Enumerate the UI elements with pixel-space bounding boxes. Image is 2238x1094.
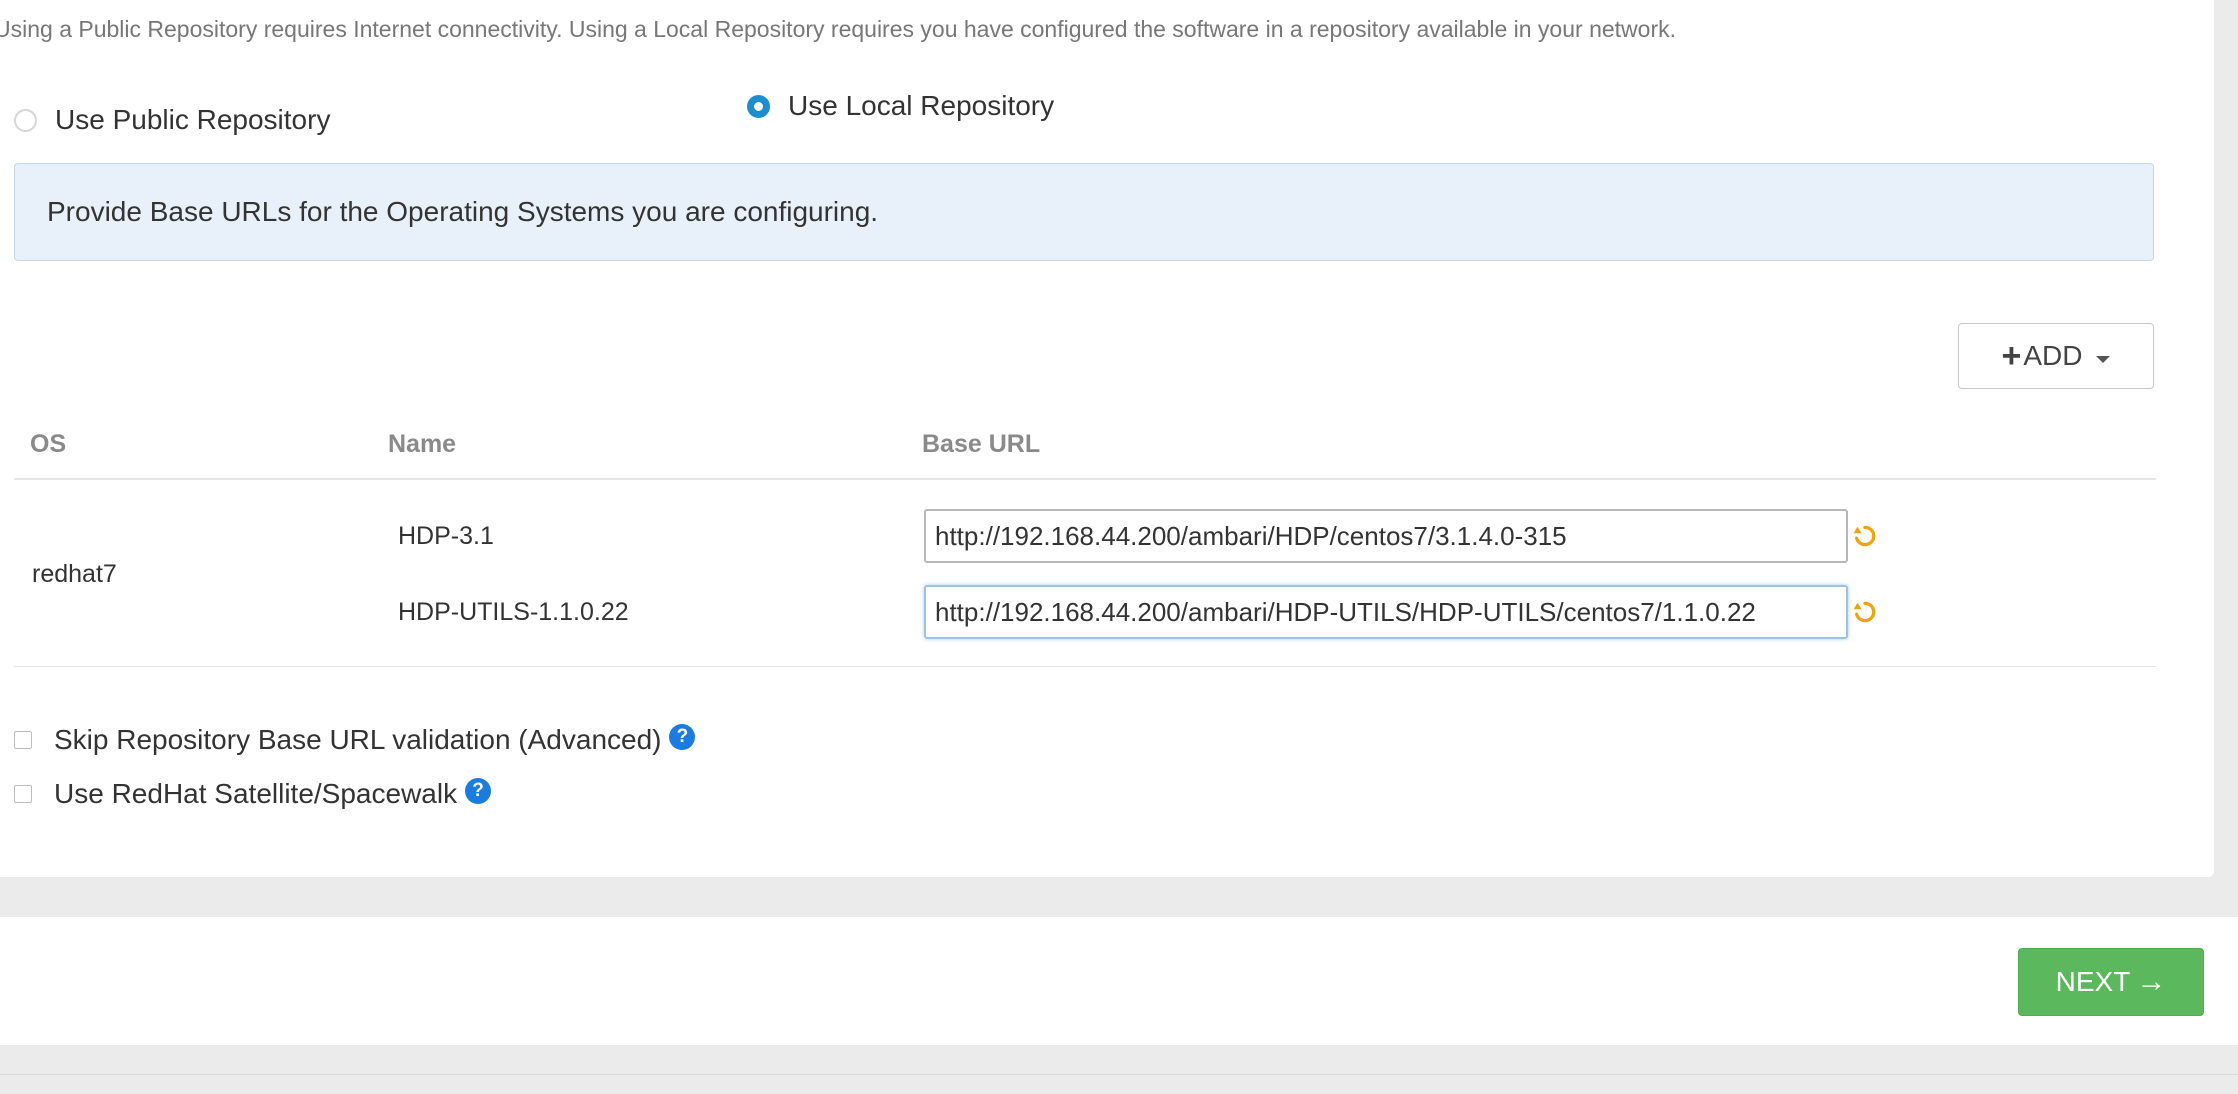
intro-text: Using a Public Repository requires Inter… [0,16,1676,42]
info-banner: Provide Base URLs for the Operating Syst… [14,163,2154,261]
use-local-repository-radio[interactable]: Use Local Repository [747,90,1054,122]
base-url-input-hdp[interactable] [924,509,1848,563]
undo-icon[interactable] [1852,599,1878,625]
skip-validation-label: Skip Repository Base URL validation (Adv… [54,724,662,755]
repository-panel: Using a Public Repository requires Inter… [0,0,2214,877]
public-radio-indicator[interactable] [14,108,37,132]
skip-validation-checkbox-row[interactable]: Skip Repository Base URL validation (Adv… [14,724,696,756]
base-url-input-hdp-utils[interactable] [924,585,1848,639]
repo-name-hdp-utils: HDP-UTILS-1.1.0.22 [398,598,629,626]
caret-down-icon [2096,355,2111,363]
skip-validation-checkbox[interactable] [14,731,32,749]
add-button-label: ADD [2023,340,2083,371]
table-header-divider [14,478,2156,480]
satellite-label: Use RedHat Satellite/Spacewalk [54,778,458,809]
next-button-label: NEXT [2055,966,2131,997]
undo-icon[interactable] [1852,523,1878,549]
satellite-checkbox[interactable] [14,785,32,803]
wizard-footer [0,917,2238,1045]
repo-name-hdp: HDP-3.1 [398,522,494,550]
satellite-checkbox-row[interactable]: Use RedHat Satellite/Spacewalk ? [14,778,492,810]
local-radio-label: Use Local Repository [788,90,1055,121]
info-banner-text: Provide Base URLs for the Operating Syst… [47,196,879,227]
add-os-button[interactable]: + ADD [1958,323,2154,389]
arrow-right-icon: → [2136,965,2167,998]
os-cell: redhat7 [32,560,117,588]
header-os: OS [30,430,67,458]
header-base-url: Base URL [922,430,1041,458]
use-public-repository-radio[interactable]: Use Public Repository [14,104,330,136]
next-button[interactable]: NEXT → [2018,948,2204,1016]
plus-icon: + [2001,337,2022,375]
table-bottom-divider [14,666,2156,667]
public-radio-label: Use Public Repository [55,104,331,135]
header-name: Name [388,430,457,458]
question-circle-icon[interactable]: ? [669,724,696,750]
local-radio-indicator[interactable] [747,94,770,118]
page-bottom-divider [0,1074,2238,1075]
question-circle-icon[interactable]: ? [465,778,492,804]
